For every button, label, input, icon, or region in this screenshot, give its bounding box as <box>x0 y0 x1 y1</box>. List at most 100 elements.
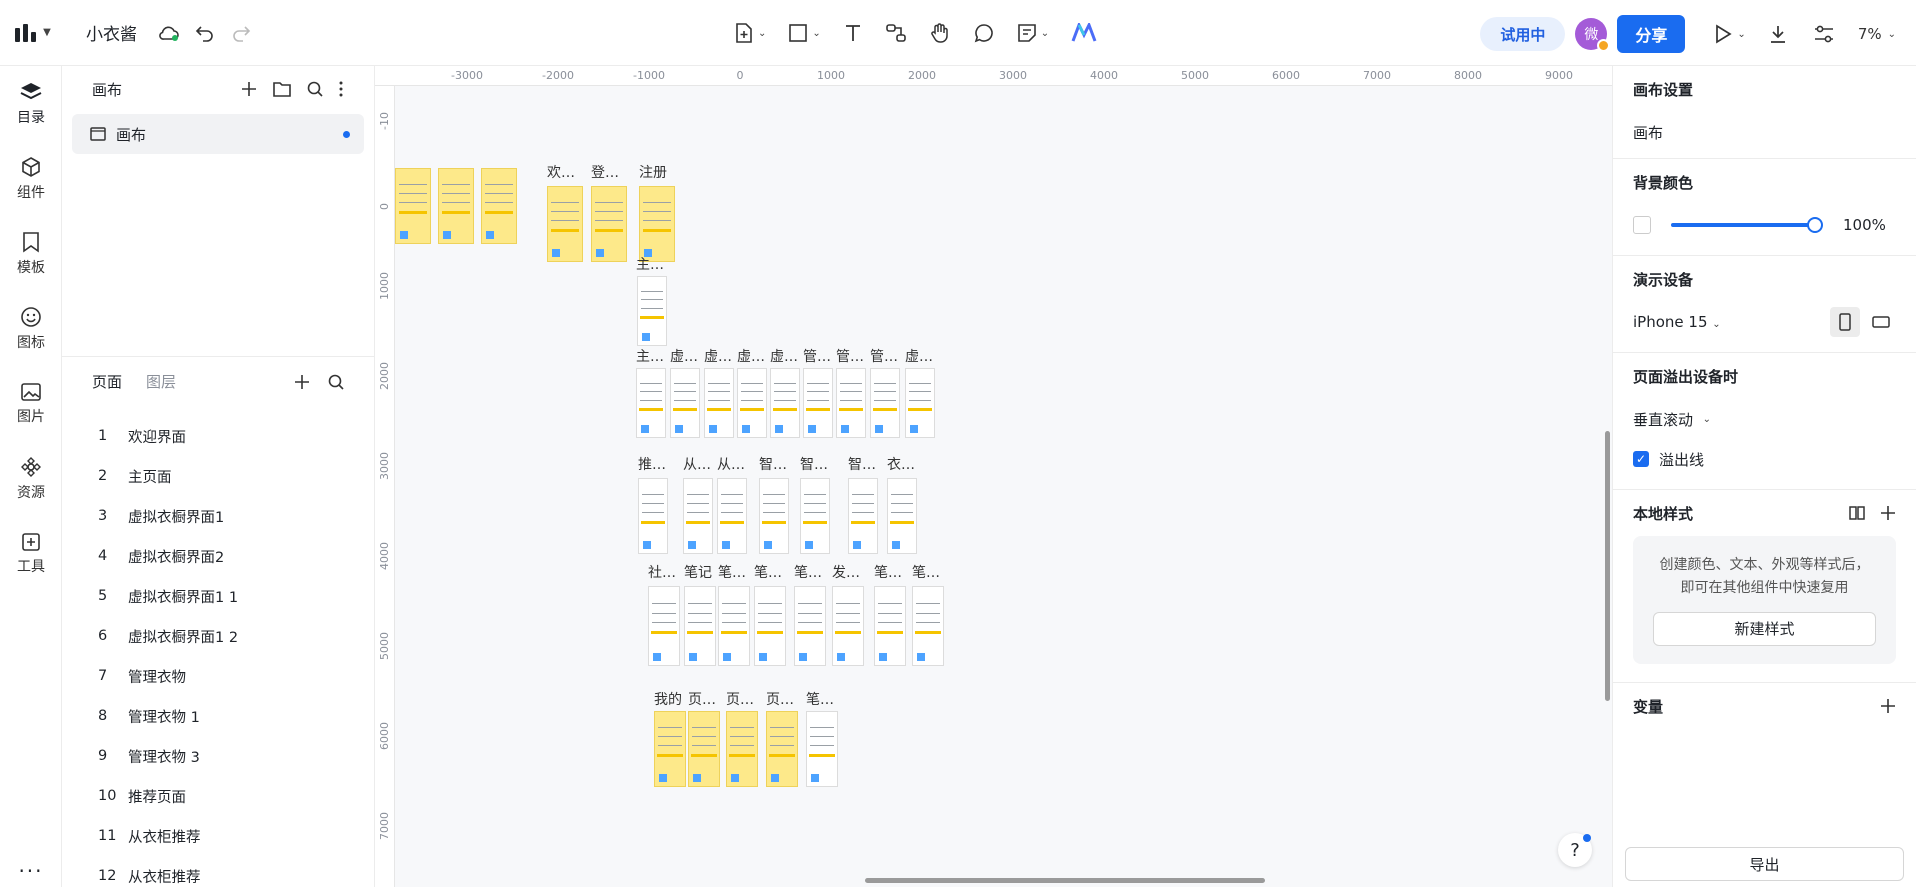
artboard-frame[interactable] <box>905 368 935 438</box>
artboard-label[interactable]: 笔… <box>912 562 940 582</box>
artboard-label[interactable]: 登… <box>591 162 619 182</box>
artboard-frame[interactable] <box>874 586 906 666</box>
artboard-label[interactable]: 笔… <box>794 562 822 582</box>
cloud-sync-icon[interactable] <box>151 15 187 51</box>
artboard-frame[interactable] <box>806 711 838 787</box>
search-icon[interactable] <box>327 373 345 391</box>
overflow-line-checkbox[interactable]: ✓ <box>1633 451 1649 467</box>
artboard-frame[interactable] <box>718 586 750 666</box>
artboard-frame[interactable] <box>481 168 517 244</box>
export-button[interactable]: 导出 <box>1625 847 1904 881</box>
new-style-button[interactable]: 新建样式 <box>1653 612 1876 646</box>
page-list-item[interactable]: 7 管理衣物 <box>62 656 375 696</box>
doc-title[interactable]: 小衣酱 <box>86 20 137 45</box>
canvas-list-item[interactable]: 画布 <box>72 114 364 154</box>
page-list-item[interactable]: 2 主页面 <box>62 456 375 496</box>
artboard-frame[interactable] <box>717 478 747 554</box>
search-icon[interactable] <box>306 80 324 98</box>
artboard-label[interactable]: 页… <box>688 689 716 709</box>
artboard-label[interactable]: 笔记 <box>684 562 712 582</box>
page-list-item[interactable]: 12 从衣柜推荐 <box>62 856 375 887</box>
tab-pages[interactable]: 页面 <box>92 371 122 392</box>
artboard-frame[interactable] <box>848 478 878 554</box>
bg-color-swatch[interactable] <box>1633 216 1651 234</box>
rail-item-catalog[interactable]: 目录 <box>0 66 62 141</box>
add-page-tool[interactable]: ⌄ <box>730 15 770 51</box>
artboard-frame[interactable] <box>648 586 680 666</box>
artboard-frame[interactable] <box>639 186 675 262</box>
play-button[interactable]: ⌄ <box>1709 16 1749 52</box>
artboard-label[interactable]: 衣… <box>887 454 915 474</box>
horizontal-scrollbar[interactable] <box>865 878 1265 883</box>
artboard-frame[interactable] <box>766 711 798 787</box>
rail-item-icons[interactable]: 图标 <box>0 291 62 366</box>
artboard-label[interactable]: 发… <box>832 562 860 582</box>
rail-item-components[interactable]: 组件 <box>0 141 62 216</box>
page-list-item[interactable]: 9 管理衣物 3 <box>62 736 375 776</box>
artboard-frame[interactable] <box>684 586 716 666</box>
artboard-frame[interactable] <box>803 368 833 438</box>
artboard-frame[interactable] <box>638 478 668 554</box>
trial-badge[interactable]: 试用中 <box>1480 17 1566 51</box>
device-select[interactable]: iPhone 15 ⌄ <box>1633 313 1721 331</box>
artboard-label[interactable]: 我的 <box>654 689 682 709</box>
overflow-select[interactable]: 垂直滚动 ⌄ <box>1633 399 1896 439</box>
artboard-label[interactable]: 管… <box>870 346 898 366</box>
rail-item-templates[interactable]: 模板 <box>0 216 62 291</box>
shape-tool[interactable]: ⌄ <box>784 15 824 51</box>
page-list-item[interactable]: 11 从衣柜推荐 <box>62 816 375 856</box>
artboard-label[interactable]: 笔… <box>806 689 834 709</box>
artboard-frame[interactable] <box>654 711 686 787</box>
artboard-label[interactable]: 管… <box>803 346 831 366</box>
zoom-select[interactable]: 7% ⌄ <box>1858 25 1896 43</box>
help-button[interactable]: ? <box>1558 833 1592 867</box>
redo-icon[interactable] <box>223 15 259 51</box>
more-icon[interactable]: ... <box>0 853 62 877</box>
artboard-label[interactable]: 注册 <box>639 162 667 182</box>
artboard-label[interactable]: 主… <box>636 254 664 274</box>
artboard-label[interactable]: 主… <box>636 346 664 366</box>
rail-item-images[interactable]: 图片 <box>0 366 62 441</box>
app-logo[interactable]: ▼ <box>0 0 66 66</box>
page-list-item[interactable]: 8 管理衣物 1 <box>62 696 375 736</box>
artboard-frame[interactable] <box>670 368 700 438</box>
add-page-icon[interactable] <box>293 373 311 391</box>
connector-tool[interactable] <box>881 15 911 51</box>
artboard-label[interactable]: 页… <box>726 689 754 709</box>
artboard-frame[interactable] <box>636 368 666 438</box>
add-icon[interactable] <box>1880 698 1896 714</box>
artboard-frame[interactable] <box>870 368 900 438</box>
page-list-item[interactable]: 3 虚拟衣橱界面1 <box>62 496 375 536</box>
page-list-item[interactable]: 10 推荐页面 <box>62 776 375 816</box>
settings-sliders-button[interactable] <box>1806 16 1842 52</box>
artboard-frame[interactable] <box>836 368 866 438</box>
artboard-frame[interactable] <box>438 168 474 244</box>
download-button[interactable] <box>1760 16 1796 52</box>
folder-icon[interactable] <box>272 80 292 98</box>
artboard-label[interactable]: 虚… <box>704 346 732 366</box>
artboard-label[interactable]: 管… <box>836 346 864 366</box>
artboard-frame[interactable] <box>591 186 627 262</box>
artboard-frame[interactable] <box>688 711 720 787</box>
artboard-frame[interactable] <box>637 276 667 346</box>
canvas-name-field[interactable]: 画布 <box>1633 112 1896 152</box>
artboard-label[interactable]: 页… <box>766 689 794 709</box>
artboard-frame[interactable] <box>683 478 713 554</box>
artboard-frame[interactable] <box>800 478 830 554</box>
artboard-frame[interactable] <box>547 186 583 262</box>
artboard-label[interactable]: 从… <box>717 454 745 474</box>
vertical-scrollbar[interactable] <box>1605 431 1610 701</box>
artboard-label[interactable]: 笔… <box>874 562 902 582</box>
rail-item-resources[interactable]: 资源 <box>0 441 62 516</box>
artboard-frame[interactable] <box>395 168 431 244</box>
artboard-frame[interactable] <box>832 586 864 666</box>
artboard-label[interactable]: 虚… <box>905 346 933 366</box>
artboard-label[interactable]: 笔… <box>718 562 746 582</box>
add-icon[interactable] <box>240 80 258 98</box>
artboard-frame[interactable] <box>912 586 944 666</box>
artboard-frame[interactable] <box>704 368 734 438</box>
artboard-label[interactable]: 社… <box>648 562 676 582</box>
share-button[interactable]: 分享 <box>1617 15 1686 53</box>
page-list-item[interactable]: 4 虚拟衣橱界面2 <box>62 536 375 576</box>
page-list-item[interactable]: 5 虚拟衣橱界面1 1 <box>62 576 375 616</box>
